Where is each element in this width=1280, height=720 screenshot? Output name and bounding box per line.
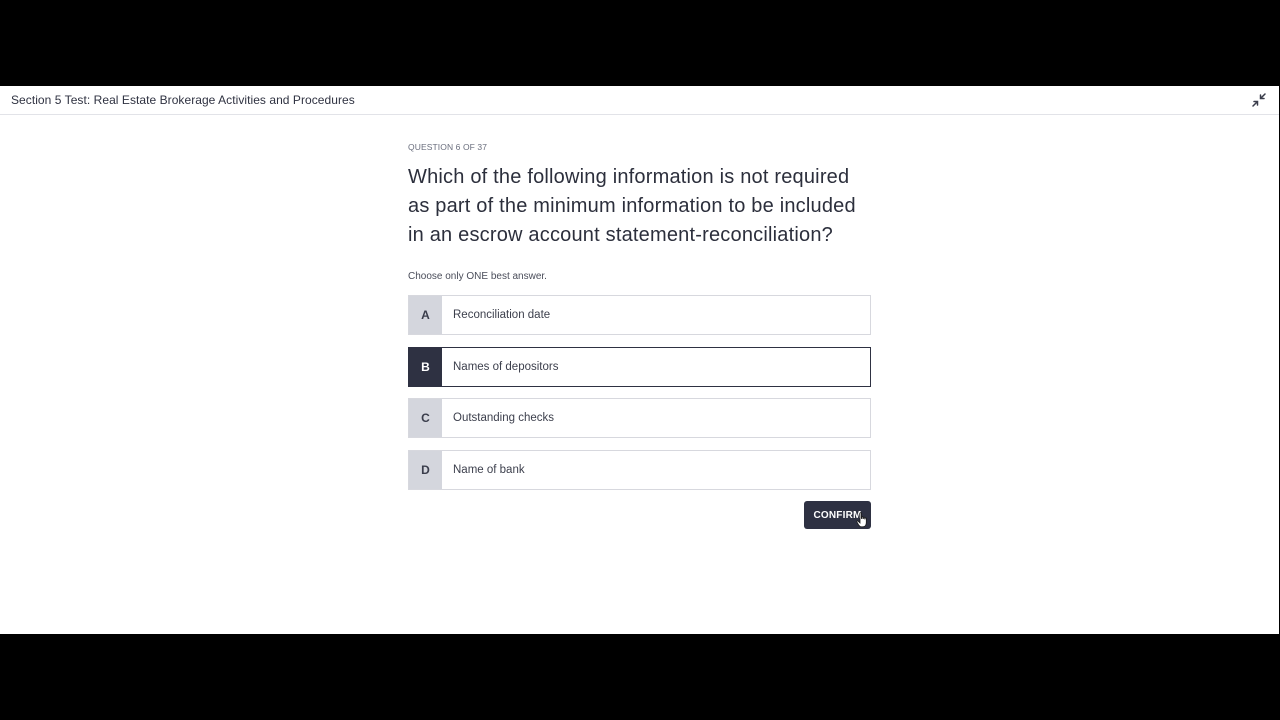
option-text: Outstanding checks <box>453 412 555 424</box>
question-text: Which of the following information is no… <box>408 166 856 246</box>
question-counter: QUESTION 6 OF 37 <box>408 142 488 152</box>
confirm-label: CONFIRM <box>813 509 862 521</box>
confirm-button[interactable]: CONFIRM <box>804 501 871 529</box>
option-c[interactable]: C Outstanding checks <box>408 398 871 438</box>
top-bar: Section 5 Test: Real Estate Brokerage Ac… <box>0 86 1279 115</box>
option-letter: A <box>409 296 442 334</box>
option-letter: D <box>409 450 442 489</box>
confirm-row: CONFIRM <box>408 501 871 529</box>
test-title: Section 5 Test: Real Estate Brokerage Ac… <box>11 93 355 107</box>
option-b[interactable]: B Names of depositors <box>408 346 871 387</box>
option-letter: B <box>409 347 442 386</box>
answer-options: A Reconciliation date B Names of deposit… <box>408 295 871 490</box>
option-text: Names of depositors <box>453 360 559 373</box>
answer-instruction: Choose only ONE best answer. <box>408 271 547 282</box>
hand-cursor-icon <box>856 512 867 528</box>
option-text: Name of bank <box>453 463 525 476</box>
option-d[interactable]: D Name of bank <box>408 449 871 490</box>
option-text: Reconciliation date <box>453 309 551 321</box>
option-letter: C <box>409 399 442 437</box>
app-window: Section 5 Test: Real Estate Brokerage Ac… <box>0 86 1279 634</box>
collapse-arrows-icon[interactable] <box>1252 93 1266 107</box>
option-a[interactable]: A Reconciliation date <box>408 295 871 335</box>
question-panel: QUESTION 6 OF 37 Which of the following … <box>408 142 871 529</box>
